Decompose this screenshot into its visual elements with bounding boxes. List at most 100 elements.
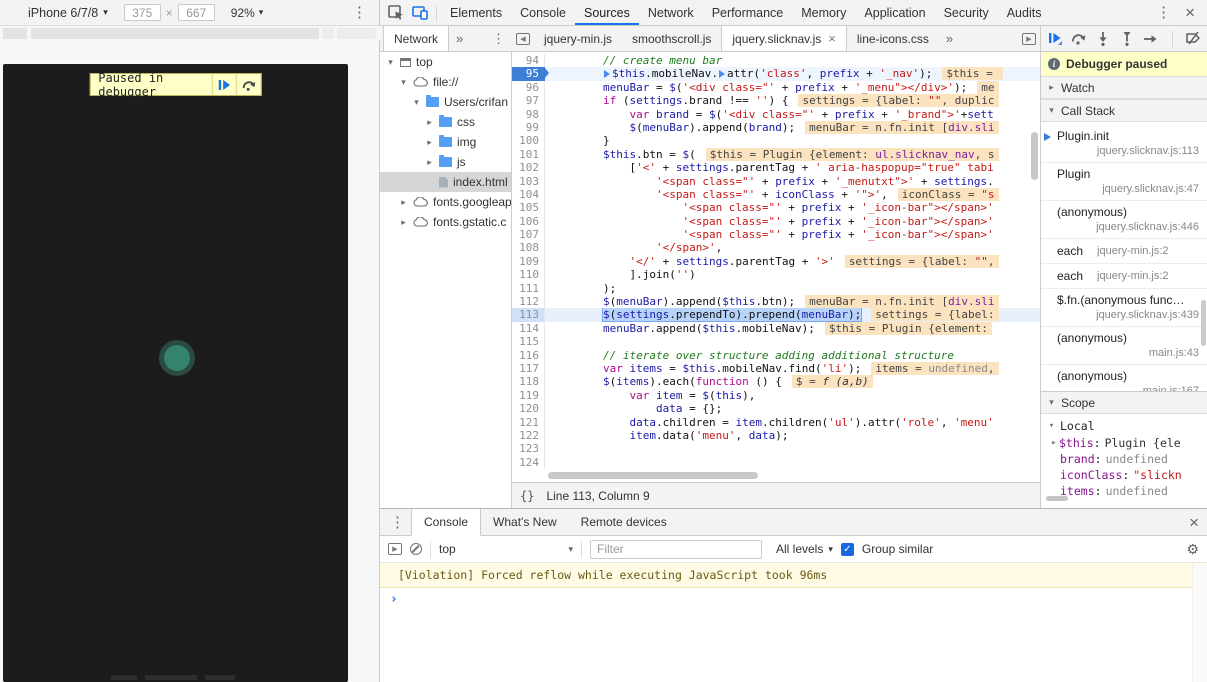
navigator-tab-network[interactable]: Network — [383, 26, 450, 51]
code-line[interactable]: 117 var items = $this.mobileNav.find('li… — [512, 361, 1040, 376]
editor-hscrollbar[interactable] — [548, 472, 758, 479]
navigator-kebab-icon[interactable]: ⋮ — [485, 26, 512, 51]
editor-vscrollbar[interactable] — [1031, 132, 1038, 180]
line-number[interactable]: 124 — [512, 455, 545, 470]
devtools-close-icon[interactable]: × — [1177, 4, 1203, 21]
more-file-tabs-icon[interactable]: » — [939, 26, 960, 51]
line-number[interactable]: 107 — [512, 228, 545, 242]
device-model-select[interactable]: iPhone 6/7/8 ▾ — [28, 6, 108, 20]
device-options-kebab-icon[interactable]: ⋮ — [346, 5, 373, 20]
call-stack-frame[interactable]: $.fn.(anonymous func… jquery.slicknav.js:… — [1041, 289, 1207, 327]
file-tab-jquery-slicknav-js[interactable]: jquery.slicknav.js × — [721, 26, 847, 51]
tree-item-fonts-googleap[interactable]: ▸ fonts.googleap — [380, 192, 511, 212]
group-similar-checkbox[interactable]: ✓ — [840, 542, 854, 556]
drawer-close-icon[interactable]: × — [1181, 514, 1207, 531]
line-number[interactable]: 98 — [512, 107, 545, 121]
scope-variable[interactable]: items: undefined — [1047, 483, 1207, 499]
step-out-icon[interactable] — [1120, 31, 1135, 47]
scope-variable[interactable]: iconClass: "slickn — [1047, 467, 1207, 483]
code-line[interactable]: 95 $this.mobileNav. attr('class', prefix … — [512, 67, 1040, 81]
code-line[interactable]: 116 // iterate over structure adding add… — [512, 348, 1040, 362]
ruler-segment[interactable] — [3, 28, 27, 39]
code-line[interactable]: 115 — [512, 335, 1040, 349]
resume-script-icon[interactable] — [1047, 31, 1062, 47]
chevron-down-icon[interactable]: ▾ — [399, 77, 408, 88]
file-tab-line-icons-css[interactable]: line-icons.css — [847, 26, 939, 51]
scope-variable[interactable]: brand: undefined — [1047, 451, 1207, 467]
code-line[interactable]: 107 '<span class="' + prefix + '_icon-ba… — [512, 228, 1040, 242]
line-number[interactable]: 101 — [512, 147, 545, 162]
inspect-element-icon[interactable] — [384, 2, 408, 24]
scope-variable[interactable]: ▸ $this: Plugin {ele — [1047, 435, 1207, 451]
device-toolbar-toggle-icon[interactable] — [408, 2, 432, 24]
call-stack-frame[interactable]: Plugin jquery.slicknav.js:47 — [1041, 163, 1207, 201]
step-icon[interactable] — [1143, 31, 1159, 47]
code-line[interactable]: 121 data.children = item.children('ul').… — [512, 415, 1040, 429]
code-line[interactable]: 109 '</' + settings.parentTag + '>' setti… — [512, 254, 1040, 269]
code-line[interactable]: 106 '<span class="' + prefix + '_icon-ba… — [512, 214, 1040, 229]
code-line[interactable]: 101 $this.btn = $($this = Plugin {elemen… — [512, 147, 1040, 162]
tab-network[interactable]: Network — [639, 1, 703, 25]
tree-item-fonts-gstatic-c[interactable]: ▸ fonts.gstatic.c — [380, 212, 511, 232]
tab-elements[interactable]: Elements — [441, 1, 511, 25]
line-number[interactable]: 95 — [512, 67, 549, 81]
line-number[interactable]: 104 — [512, 187, 545, 202]
code-line[interactable]: 120 data = {}; — [512, 402, 1040, 416]
chevron-right-icon[interactable]: ▸ — [399, 197, 408, 208]
close-tab-icon[interactable]: × — [828, 32, 836, 45]
line-number[interactable]: 120 — [512, 402, 545, 416]
step-into-icon[interactable] — [1095, 31, 1110, 47]
break-location-marker[interactable] — [718, 70, 725, 79]
code-line[interactable]: 113 $(settings.prependTo).prepend(menuBa… — [512, 308, 1040, 322]
file-tab-smoothscroll-js[interactable]: smoothscroll.js — [622, 26, 721, 51]
code-line[interactable]: 124 — [512, 455, 1040, 470]
code-line[interactable]: 123 — [512, 442, 1040, 456]
line-number[interactable]: 112 — [512, 295, 545, 309]
tree-item-js[interactable]: ▸ js — [380, 152, 511, 172]
tree-item-top[interactable]: ▾ top — [380, 52, 511, 72]
line-number[interactable]: 123 — [512, 442, 545, 456]
line-number[interactable]: 121 — [512, 415, 545, 429]
execution-context-select[interactable]: top ▾ — [439, 542, 573, 556]
clear-console-icon[interactable] — [410, 543, 422, 555]
console-settings-gear-icon[interactable]: ⚙ — [1186, 541, 1199, 558]
code-line[interactable]: 96 menuBar = $('<div class="' + prefix +… — [512, 80, 1040, 95]
code-line[interactable]: 105 '<span class="' + prefix + '_icon-ba… — [512, 201, 1040, 215]
code-lines[interactable]: 94 // create menu bar 95 $this.mobileNav.… — [512, 52, 1040, 473]
show-debugger-sidebar-icon[interactable]: ▶ — [1018, 26, 1040, 51]
chevron-right-icon[interactable]: ▸ — [399, 217, 408, 228]
line-number[interactable]: 115 — [512, 335, 545, 349]
scope-hscrollbar[interactable] — [1046, 496, 1068, 501]
ruler-segment[interactable] — [31, 28, 319, 39]
code-line[interactable]: 100 } — [512, 134, 1040, 148]
chevron-down-icon[interactable]: ▾ — [412, 97, 421, 108]
tab-console[interactable]: Console — [511, 1, 575, 25]
code-line[interactable]: 118 $(items).each(function () {$ = f (a,… — [512, 375, 1040, 389]
line-number[interactable]: 110 — [512, 268, 545, 282]
call-stack-frame[interactable]: (anonymous) jquery.slicknav.js:446 — [1041, 201, 1207, 239]
call-stack-frame[interactable]: (anonymous) main.js:167 — [1041, 365, 1207, 391]
file-tab-jquery-min-js[interactable]: jquery-min.js — [534, 26, 622, 51]
drawer-vscrollbar[interactable] — [1192, 564, 1207, 682]
code-line[interactable]: 103 '<span class="' + prefix + '_menutxt… — [512, 174, 1040, 188]
console-sidebar-icon[interactable]: ▶ — [388, 543, 402, 555]
scope-section-header[interactable]: ▾ Scope — [1041, 391, 1207, 414]
tab-audits[interactable]: Audits — [998, 1, 1051, 25]
call-stack-frame[interactable]: each jquery-min.js:2 — [1041, 239, 1207, 264]
drawer-tab-console[interactable]: Console — [411, 509, 482, 536]
call-stack-frame[interactable]: Plugin.init jquery.slicknav.js:113 — [1041, 125, 1207, 163]
tab-sources[interactable]: Sources — [574, 1, 639, 25]
tab-memory[interactable]: Memory — [792, 1, 855, 25]
line-number[interactable]: 103 — [512, 174, 545, 188]
hide-navigator-icon[interactable]: ◀ — [512, 26, 534, 51]
line-number[interactable]: 119 — [512, 388, 545, 403]
break-location-marker[interactable] — [603, 70, 610, 79]
line-number[interactable]: 94 — [512, 54, 545, 68]
tree-item-index-html[interactable]: index.html — [380, 172, 511, 192]
line-number[interactable]: 108 — [512, 241, 545, 255]
chevron-down-icon[interactable]: ▾ — [386, 57, 395, 68]
line-number[interactable]: 114 — [512, 321, 545, 336]
console-violation-message[interactable]: [Violation] Forced reflow while executin… — [380, 563, 1207, 588]
drawer-tab-what-s-new[interactable]: What's New — [481, 509, 569, 535]
call-stack-frame[interactable]: (anonymous) main.js:43 — [1041, 327, 1207, 365]
